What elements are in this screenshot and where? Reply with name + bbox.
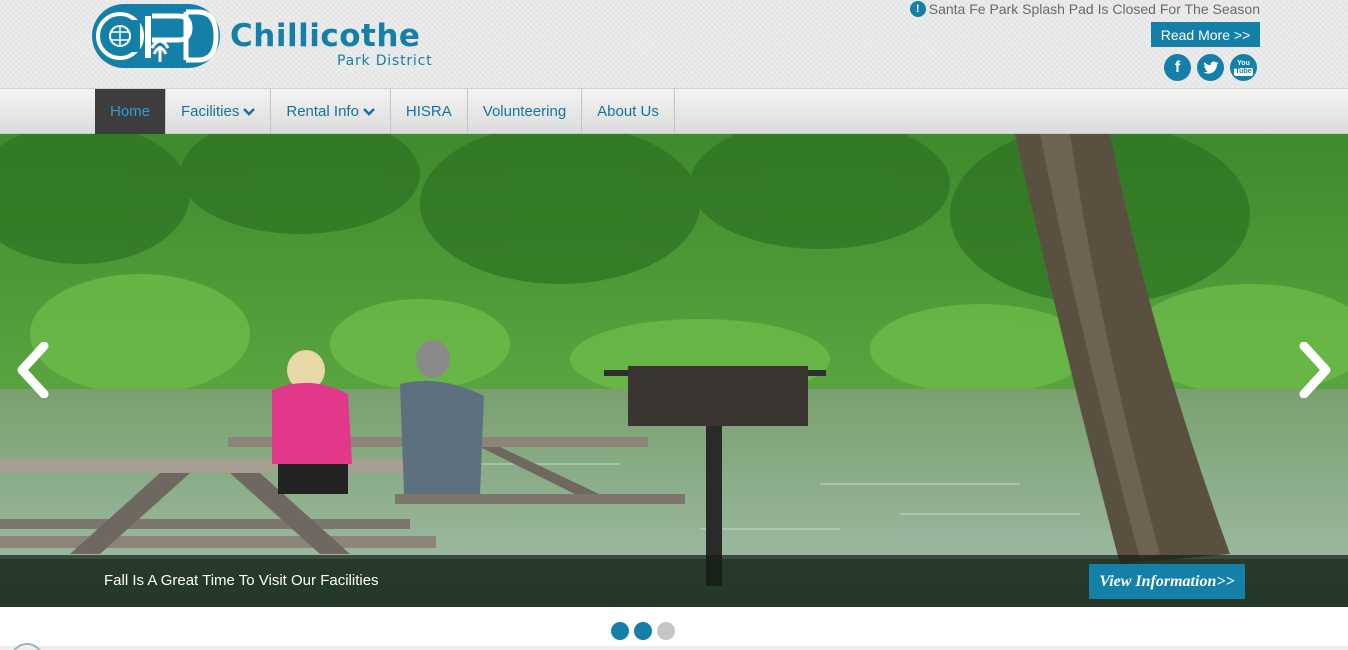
read-more-button[interactable]: Read More >> [1151, 22, 1260, 47]
site-header: Chillicothe Park District ! Santa Fe Par… [0, 0, 1348, 88]
site-logo-link[interactable]: Chillicothe Park District [90, 2, 460, 70]
youtube-icon[interactable]: You Tube [1230, 54, 1257, 81]
content-divider [0, 646, 1348, 650]
chevron-down-icon [363, 107, 375, 116]
facebook-icon[interactable]: f [1164, 54, 1191, 81]
hero-slider: Fall Is A Great Time To Visit Our Facili… [0, 134, 1348, 607]
nav-item-home[interactable]: Home [95, 89, 167, 134]
youtube-glyph: You Tube [1234, 59, 1253, 76]
facebook-glyph: f [1174, 58, 1181, 76]
park-lake-photo [0, 134, 1348, 586]
nav-item-facilities[interactable]: Facilities [166, 89, 272, 134]
main-navigation: Home Facilities Rental Info HISRA Volunt… [0, 88, 1348, 134]
site-name: Chillicothe [230, 18, 421, 54]
view-information-button[interactable]: View Information>> [1089, 564, 1245, 599]
alert-icon: ! [909, 1, 926, 17]
twitter-bird-icon [1202, 61, 1218, 74]
nav-item-volunteering[interactable]: Volunteering [468, 89, 583, 134]
chevron-down-icon [243, 107, 256, 116]
announcement-text: Santa Fe Park Splash Pad Is Closed For T… [928, 1, 1260, 17]
slide-caption-bar: Fall Is A Great Time To Visit Our Facili… [0, 555, 1348, 607]
slide-caption: Fall Is A Great Time To Visit Our Facili… [104, 572, 379, 589]
twitter-icon[interactable] [1197, 54, 1224, 81]
nav-item-rental-info[interactable]: Rental Info [271, 89, 391, 134]
slide-dot[interactable] [634, 622, 652, 640]
announcement: ! Santa Fe Park Splash Pad Is Closed For… [909, 0, 1260, 18]
nav-item-about-us[interactable]: About Us [582, 89, 674, 134]
previous-slide-arrow-icon[interactable] [14, 342, 54, 398]
next-slide-arrow-icon[interactable] [1294, 342, 1334, 398]
nav-item-hisra[interactable]: HISRA [391, 89, 468, 134]
cpd-logo-mark-icon [92, 4, 220, 68]
slide-dot[interactable] [657, 622, 675, 640]
slide-dot[interactable] [611, 622, 629, 640]
site-subtitle: Park District [337, 53, 433, 69]
slider-pagination [611, 622, 675, 640]
